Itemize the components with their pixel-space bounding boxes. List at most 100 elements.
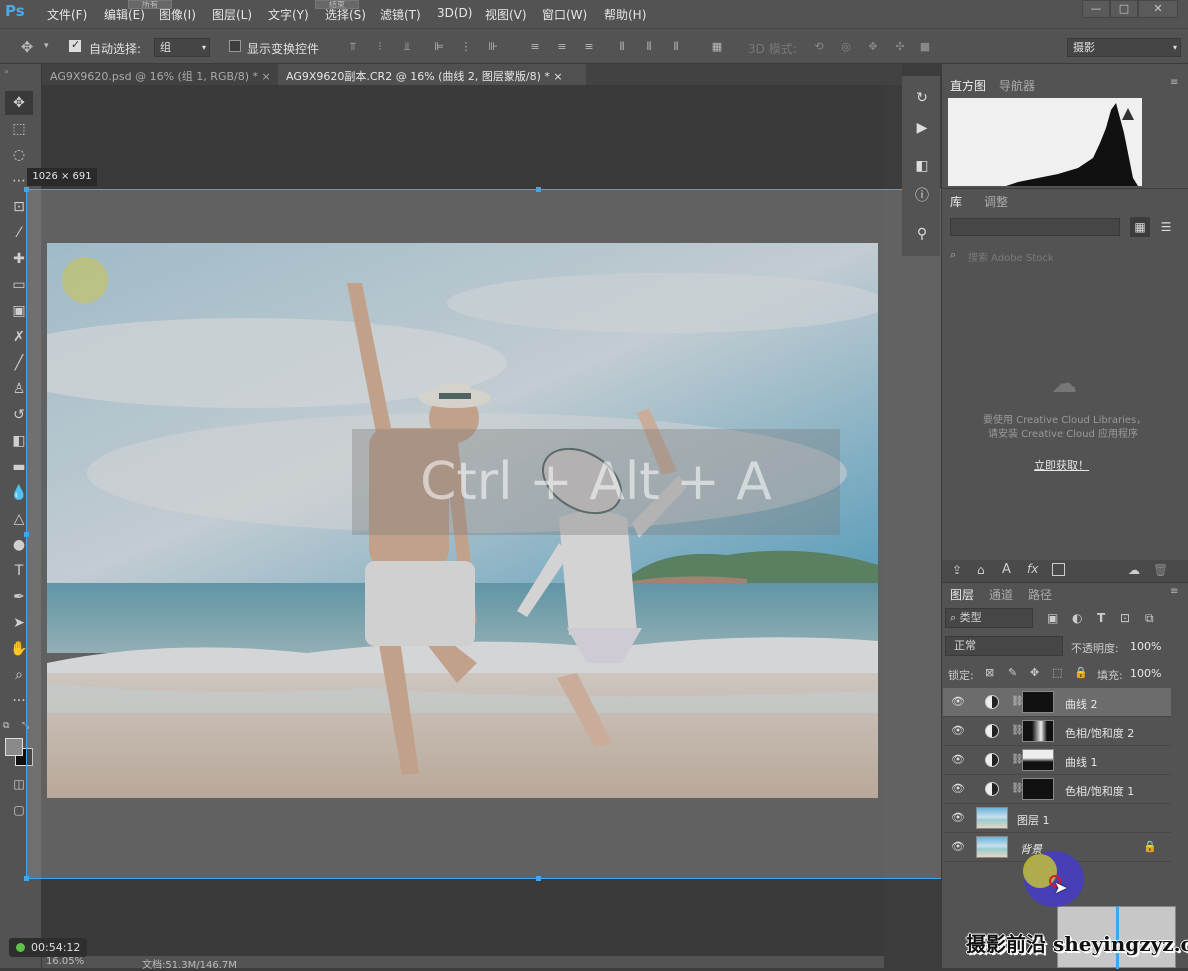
maximize-button[interactable]: □ bbox=[1110, 0, 1138, 18]
visibility-eye-icon[interactable]: 👁 bbox=[951, 753, 965, 767]
close-window-button[interactable]: ✕ bbox=[1138, 0, 1178, 18]
auto-align-icon[interactable]: ▦ bbox=[710, 40, 724, 54]
add-color-icon[interactable] bbox=[1052, 563, 1065, 576]
layer-thumbnail[interactable] bbox=[976, 807, 1008, 829]
visibility-eye-icon[interactable]: 👁 bbox=[951, 811, 965, 825]
visibility-eye-icon[interactable]: 👁 bbox=[951, 782, 965, 796]
tab-document-psd[interactable]: AG9X9620.psd @ 16% (组 1, RGB/8) * × bbox=[42, 64, 274, 85]
library-dropdown[interactable] bbox=[950, 218, 1120, 236]
move-tool[interactable]: ✥ bbox=[5, 91, 33, 115]
lock-all-icon[interactable]: 🔒 bbox=[1074, 666, 1088, 679]
collapse-arrows-icon[interactable]: » bbox=[4, 67, 9, 76]
get-now-link[interactable]: 立即获取！ bbox=[1034, 457, 1089, 473]
list-view-icon[interactable]: ☰ bbox=[1156, 217, 1176, 237]
layer-thumbnail[interactable] bbox=[976, 836, 1008, 858]
minimize-button[interactable]: — bbox=[1082, 0, 1110, 18]
transform-handle-bottom-left[interactable] bbox=[24, 876, 29, 881]
layer-name[interactable]: 曲线 1 bbox=[1065, 754, 1098, 770]
tab-libraries[interactable]: 库 bbox=[950, 193, 962, 210]
actions-play-icon[interactable]: ▶ bbox=[912, 118, 932, 138]
lock-artboard-icon[interactable]: ⬚ bbox=[1052, 666, 1062, 679]
history-icon[interactable]: ↻ bbox=[912, 88, 932, 108]
cloud-sync-icon[interactable]: ☁ bbox=[1128, 563, 1140, 577]
transform-handle-left[interactable] bbox=[24, 532, 29, 537]
marquee-tool[interactable]: ⬚ bbox=[5, 117, 33, 141]
tab-paths[interactable]: 路径 bbox=[1028, 586, 1052, 603]
tab-histogram[interactable]: 直方图 bbox=[950, 77, 986, 94]
layer-row-curves-1[interactable]: 👁 ⛓ 曲线 1 bbox=[943, 746, 1171, 775]
layer-row-layer-1[interactable]: 👁 图层 1 bbox=[943, 804, 1171, 833]
transform-handle-top-left[interactable] bbox=[24, 187, 29, 192]
layer-mask-thumbnail[interactable] bbox=[1022, 691, 1054, 713]
layer-name[interactable]: 图层 1 bbox=[1017, 812, 1050, 828]
lock-transparent-icon[interactable]: ⊠ bbox=[985, 666, 994, 679]
distribute-left-icon[interactable]: ⦀ bbox=[615, 40, 629, 54]
layer-mask-thumbnail[interactable] bbox=[1022, 749, 1054, 771]
visibility-eye-icon[interactable]: 👁 bbox=[951, 724, 965, 738]
layer-name[interactable]: 曲线 2 bbox=[1065, 696, 1098, 712]
align-hcenter-icon[interactable]: ⋮ bbox=[459, 40, 473, 54]
foreground-color-swatch[interactable] bbox=[5, 738, 23, 756]
tab-channels[interactable]: 通道 bbox=[989, 586, 1013, 603]
filter-shape-icon[interactable]: ⊡ bbox=[1120, 611, 1130, 625]
zoom-level[interactable]: 16.05% bbox=[46, 956, 84, 967]
menu-window[interactable]: 窗口(W) bbox=[542, 6, 587, 23]
align-left-icon[interactable]: ⊫ bbox=[432, 40, 446, 54]
transform-handle-bottom[interactable] bbox=[536, 876, 541, 881]
lock-pixels-icon[interactable]: ✎ bbox=[1008, 666, 1017, 679]
add-layer-style-icon[interactable]: fx bbox=[1027, 562, 1038, 576]
show-transform-checkbox[interactable] bbox=[229, 40, 241, 52]
tab-adjustments[interactable]: 调整 bbox=[984, 193, 1008, 210]
close-icon[interactable]: × bbox=[262, 70, 271, 83]
menu-view[interactable]: 视图(V) bbox=[485, 6, 527, 23]
upload-icon[interactable]: ⇪ bbox=[952, 563, 962, 577]
opacity-value[interactable]: 100% bbox=[1130, 640, 1161, 653]
link-chain-icon[interactable]: ⛓ bbox=[1011, 696, 1024, 708]
3d-camera-icon[interactable]: ■ bbox=[918, 40, 932, 54]
auto-select-dropdown[interactable]: 组 ▾ bbox=[154, 38, 210, 57]
align-bottom-icon[interactable]: ⫫ bbox=[400, 40, 414, 54]
layer-name[interactable]: 色相/饱和度 2 bbox=[1065, 725, 1134, 741]
add-graphic-icon[interactable]: ⌂ bbox=[977, 563, 985, 577]
layer-row-hue-saturation-2[interactable]: 👁 ⛓ 色相/饱和度 2 bbox=[943, 717, 1171, 746]
filter-smart-object-icon[interactable]: ⧉ bbox=[1145, 611, 1154, 626]
link-chain-icon[interactable]: ⛓ bbox=[1011, 754, 1024, 766]
layer-mask-thumbnail[interactable] bbox=[1022, 778, 1054, 800]
tab-layers[interactable]: 图层 bbox=[950, 586, 974, 603]
menu-3d[interactable]: 3D(D) bbox=[437, 6, 472, 20]
3d-pan-icon[interactable]: ✥ bbox=[866, 40, 880, 54]
distribute-vcenter-icon[interactable]: ≡ bbox=[555, 40, 569, 54]
lasso-tool[interactable]: ◌ bbox=[5, 143, 33, 167]
transform-handle-top[interactable] bbox=[536, 187, 541, 192]
align-vcenter-icon[interactable]: ⫶ bbox=[373, 40, 387, 54]
delete-icon[interactable]: 🗑 bbox=[1153, 563, 1168, 577]
menu-filter[interactable]: 滤镜(T) bbox=[380, 6, 421, 23]
stock-search-input[interactable]: 搜索 Adobe Stock bbox=[968, 249, 1054, 264]
3d-slide-icon[interactable]: ✣ bbox=[893, 40, 907, 54]
3d-roll-icon[interactable]: ◎ bbox=[839, 40, 853, 54]
close-icon[interactable]: × bbox=[553, 70, 562, 83]
visibility-eye-icon[interactable]: 👁 bbox=[951, 840, 965, 854]
clone-source-icon[interactable]: ⚲ bbox=[912, 224, 932, 244]
link-chain-icon[interactable]: ⛓ bbox=[1011, 725, 1024, 737]
menu-file[interactable]: 文件(F) bbox=[47, 6, 87, 23]
workspace-dropdown[interactable]: 摄影 ▾ bbox=[1067, 38, 1181, 57]
document-size[interactable]: 文档:51.3M/146.7M bbox=[142, 956, 237, 971]
align-right-icon[interactable]: ⊪ bbox=[486, 40, 500, 54]
link-chain-icon[interactable]: ⛓ bbox=[1011, 783, 1024, 795]
distribute-hcenter-icon[interactable]: ⦀ bbox=[642, 40, 656, 54]
filter-pixel-icon[interactable]: ▣ bbox=[1047, 611, 1058, 625]
distribute-right-icon[interactable]: ⦀ bbox=[669, 40, 683, 54]
tab-document-cr2[interactable]: AG9X9620副本.CR2 @ 16% (曲线 2, 图层蒙版/8) * × bbox=[278, 64, 586, 85]
menu-help[interactable]: 帮助(H) bbox=[604, 6, 646, 23]
grid-view-icon[interactable]: ▦ bbox=[1130, 217, 1150, 237]
auto-select-checkbox[interactable]: ✓ bbox=[69, 38, 81, 52]
visibility-eye-icon[interactable]: 👁 bbox=[951, 695, 965, 709]
filter-adjustment-icon[interactable]: ◐ bbox=[1072, 611, 1082, 625]
dropdown-arrow-icon[interactable]: ▾ bbox=[44, 41, 49, 51]
blend-mode-dropdown[interactable]: 正常 bbox=[945, 636, 1063, 656]
distribute-bottom-icon[interactable]: ≡ bbox=[582, 40, 596, 54]
move-tool-icon[interactable]: ✥ bbox=[20, 40, 34, 55]
default-colors-icon[interactable]: ⧉ bbox=[3, 721, 9, 731]
align-top-icon[interactable]: ⫪ bbox=[346, 40, 360, 54]
